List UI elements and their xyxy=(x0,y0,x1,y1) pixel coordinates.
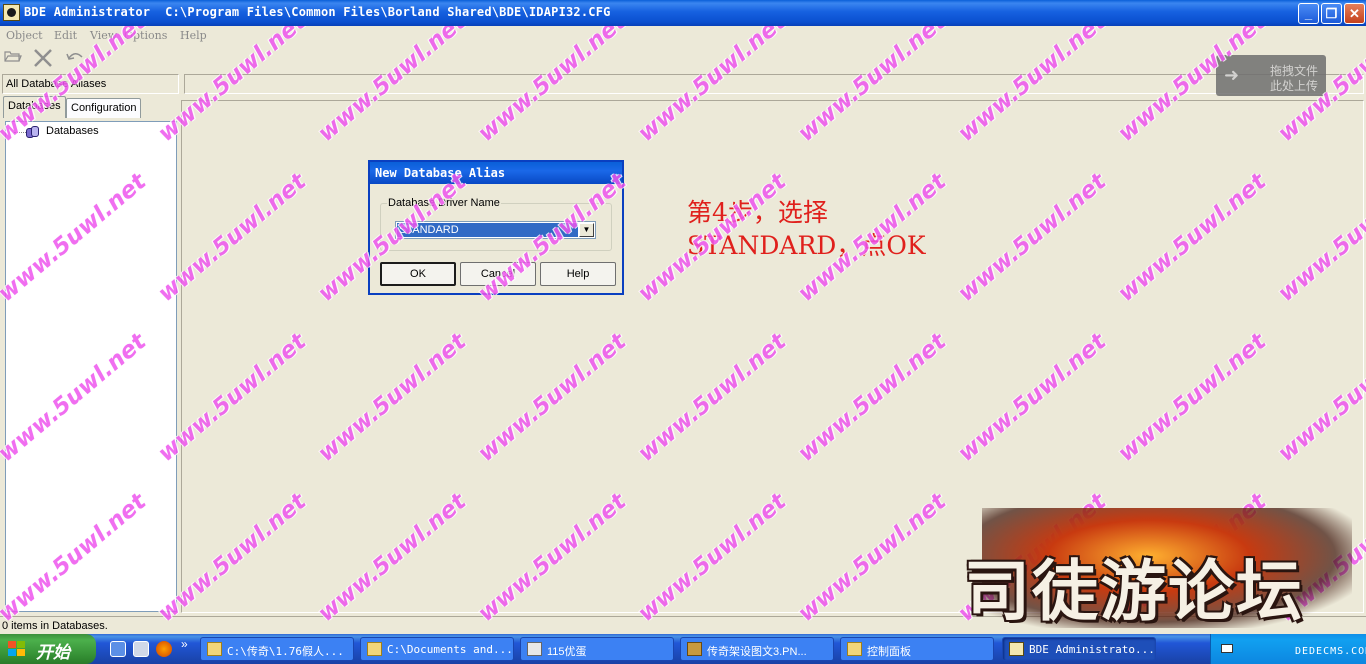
task-folder-chuanqi[interactable]: C:\传奇\1.76假人... xyxy=(200,637,354,661)
tray-watermark-text: DEDECMS.COM xyxy=(1295,646,1366,657)
dialog-title[interactable]: New Database Alias xyxy=(370,162,622,184)
bde-app-icon xyxy=(1009,642,1024,656)
upload-arrow-icon: ➜ xyxy=(1224,65,1240,85)
app-window-icon xyxy=(527,642,542,656)
database-tree[interactable]: Databases xyxy=(5,121,177,612)
quicklaunch-firefox-icon[interactable] xyxy=(156,641,172,657)
minimize-button[interactable]: _ xyxy=(1298,3,1319,24)
driver-name-combo[interactable]: STANDARD ▼ xyxy=(395,221,596,239)
menu-options[interactable]: Options xyxy=(124,29,167,42)
new-database-alias-dialog: New Database Alias Database Driver Name … xyxy=(368,160,624,295)
quicklaunch-more[interactable]: » xyxy=(181,637,188,651)
task-115[interactable]: 115优蛋 xyxy=(520,637,674,661)
menu-object[interactable]: Object xyxy=(6,29,43,42)
task-bde-administrator[interactable]: BDE Administrato... xyxy=(1002,637,1156,661)
menu-help[interactable]: Help xyxy=(180,29,207,42)
tab-configuration[interactable]: Configuration xyxy=(66,98,142,118)
system-tray: DEDECMS.COM xyxy=(1210,634,1366,664)
toolbar xyxy=(0,46,1366,72)
menu-view[interactable]: View xyxy=(90,29,117,42)
annotation-line-1: 第4步，选择 xyxy=(687,198,828,227)
task-image-viewer[interactable]: 传奇架设图文3.PN... xyxy=(680,637,834,661)
forum-logo: 司徒游论坛 xyxy=(962,488,1366,638)
logo-text: 司徒游论坛 xyxy=(964,552,1304,630)
drag-upload-badge[interactable]: ➜ 拖拽文件 此处上传 xyxy=(1216,55,1326,96)
restore-button[interactable]: ❐ xyxy=(1321,3,1342,24)
alias-header-strip xyxy=(184,74,1364,94)
tab-databases[interactable]: Databases xyxy=(3,96,66,118)
window-title: BDE Administrator C:\Program Files\Commo… xyxy=(24,5,611,19)
folder-icon xyxy=(207,642,222,656)
folder-icon xyxy=(367,642,382,656)
all-database-aliases-label: All Database Aliases xyxy=(2,74,179,94)
folder-open-icon[interactable] xyxy=(2,49,24,69)
task-control-panel[interactable]: 控制面板 xyxy=(840,637,994,661)
image-icon xyxy=(687,642,702,656)
close-button[interactable]: ✕ xyxy=(1344,3,1365,24)
databases-icon xyxy=(26,125,42,139)
bde-app-icon[interactable] xyxy=(3,4,20,21)
menu-bar: Object Edit View Options Help xyxy=(0,26,1366,46)
quicklaunch-desktop-icon[interactable] xyxy=(133,641,149,657)
chevron-down-icon[interactable]: ▼ xyxy=(579,223,594,237)
title-bar[interactable]: BDE Administrator C:\Program Files\Commo… xyxy=(0,0,1366,26)
start-label: 开始 xyxy=(36,643,70,663)
control-panel-icon xyxy=(847,642,862,656)
cancel-button[interactable]: Cancel xyxy=(460,262,536,286)
keyboard-icon[interactable] xyxy=(1221,644,1233,653)
help-button[interactable]: Help xyxy=(540,262,616,286)
start-button[interactable]: 开始 xyxy=(0,634,96,664)
drag-badge-line-2: 此处上传 xyxy=(1270,79,1319,93)
instruction-annotation: 第4步，选择 STANDARD，点OK xyxy=(687,196,926,262)
status-text: 0 items in Databases. xyxy=(2,620,108,632)
delete-x-icon[interactable] xyxy=(32,49,54,69)
taskbar: 开始 » C:\传奇\1.76假人... C:\Documents and...… xyxy=(0,634,1366,664)
undo-icon[interactable] xyxy=(64,49,86,69)
driver-group-label: Database Driver Name xyxy=(387,197,501,209)
desktop: BDE Administrator C:\Program Files\Commo… xyxy=(0,0,1366,664)
tree-item-databases[interactable]: Databases xyxy=(46,125,99,137)
driver-name-value: STANDARD xyxy=(397,223,578,237)
ok-button[interactable]: OK xyxy=(380,262,456,286)
quicklaunch-ie-icon[interactable] xyxy=(110,641,126,657)
windows-flag-icon xyxy=(8,641,26,657)
menu-edit[interactable]: Edit xyxy=(54,29,77,42)
annotation-line-2: STANDARD，点OK xyxy=(687,231,926,260)
task-folder-documents[interactable]: C:\Documents and... xyxy=(360,637,514,661)
